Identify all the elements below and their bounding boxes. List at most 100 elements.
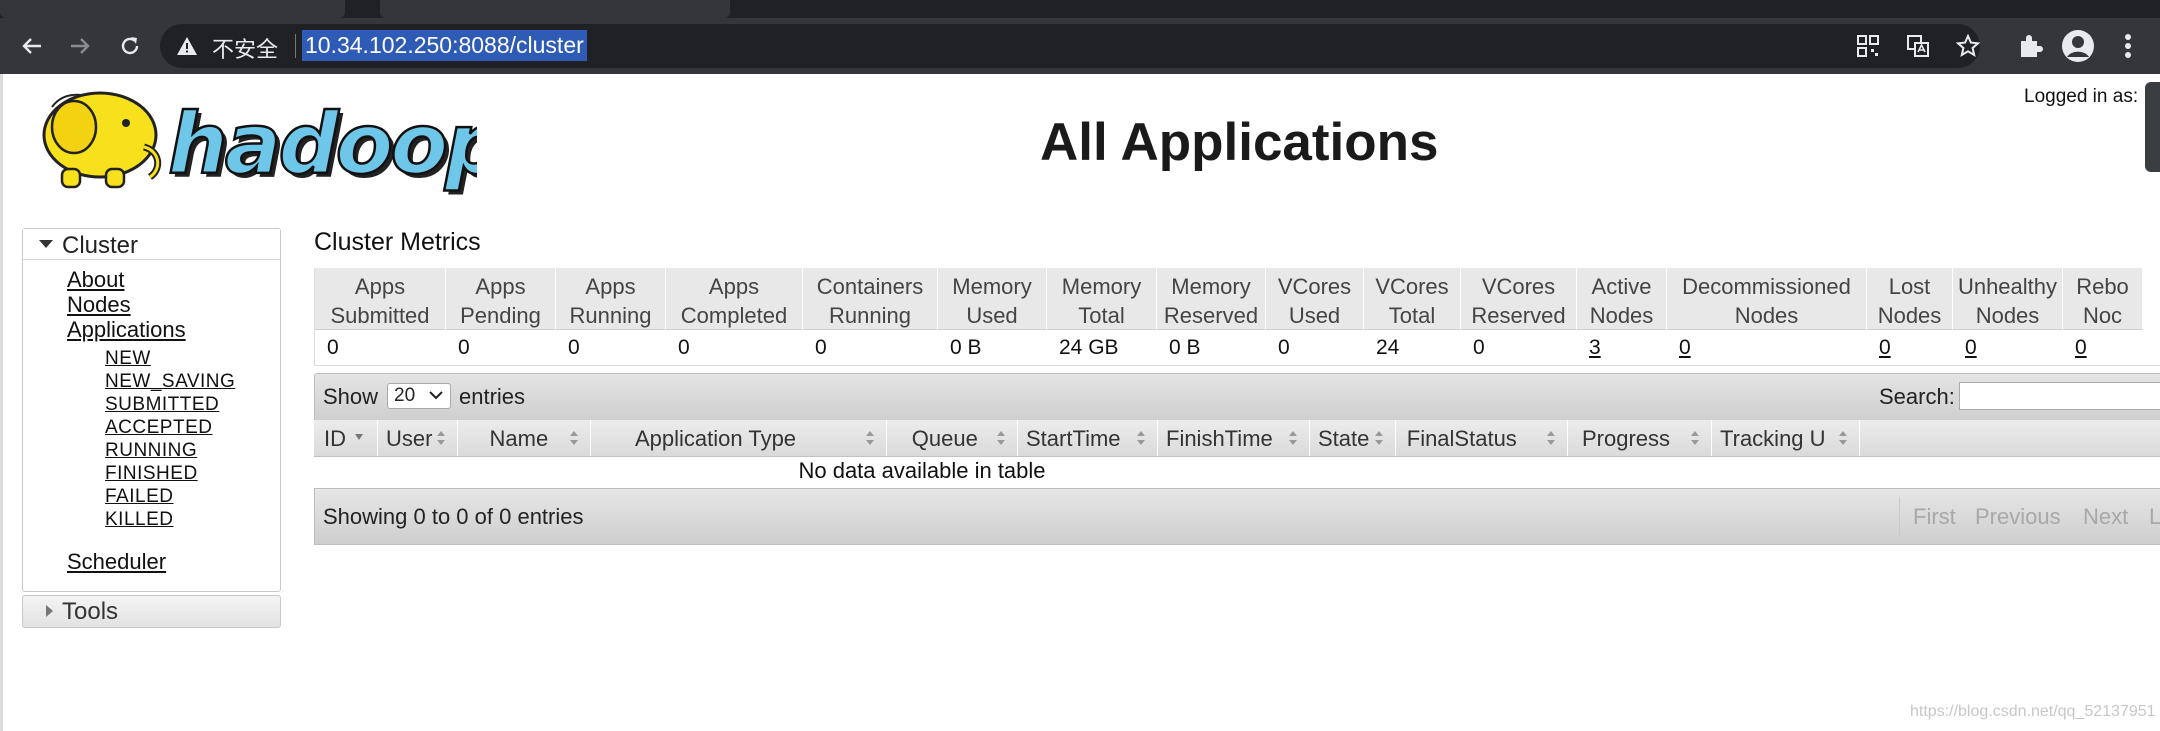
metric-header-line2: Noc [2082,303,2123,328]
metric-header-line1: VCores [1277,274,1352,299]
page-size-select[interactable]: 20 [387,383,451,409]
sidebar-state-running[interactable]: RUNNING [105,440,197,462]
metric-column: Decommissioned Nodes 0 [1667,268,1867,365]
metric-header-line2: Used [966,303,1018,328]
metric-header-line1: Apps [475,274,526,299]
sidebar-state-submitted[interactable]: SUBMITTED [105,394,219,416]
column-header-user[interactable]: User [378,420,458,456]
metric-header-line1: Containers [816,274,924,299]
profile-button[interactable] [2060,28,2096,64]
sort-icon [1839,431,1847,445]
metric-header: Apps Completed [666,268,803,330]
sidebar-link-applications[interactable]: Applications [67,317,186,343]
sidebar-link-nodes[interactable]: Nodes [67,292,131,318]
metric-header-line2: Used [1288,303,1341,328]
column-header-label: FinishTime [1166,426,1273,451]
column-header-label: FinalStatus [1406,426,1517,451]
cluster-accordion-header[interactable]: Cluster [23,229,280,260]
forward-button[interactable] [62,28,98,64]
metric-header: Memory Total [1047,268,1157,330]
column-header-name[interactable]: Name [458,420,591,456]
metric-header-line1: Unhealthy [1957,274,2058,299]
sort-icon [1289,431,1297,445]
apps-table-header: ID User Name Application Type Queue StartTime… [314,420,2160,457]
search-label: Search: [1879,384,1955,409]
column-header-label: Tracking U [1720,426,1826,451]
metric-value-link[interactable]: 0 [1965,336,1977,360]
back-button[interactable] [14,28,50,64]
browser-tab[interactable] [0,0,345,18]
url-text[interactable]: 10.34.102.250:8088/cluster [302,30,587,61]
metric-value-link[interactable]: 0 [1879,336,1891,360]
browser-menu-button[interactable] [2110,28,2146,64]
hadoop-logo[interactable]: hadoop hadoop [22,85,477,195]
metric-header: Memory Reserved [1157,268,1266,330]
column-header-progress[interactable]: Progress [1568,420,1712,456]
sidebar-state-new[interactable]: NEW [105,348,151,370]
column-header-application-type[interactable]: Application Type [591,420,887,456]
metric-value: 0 [678,336,690,359]
sidebar-state-killed[interactable]: KILLED [105,509,173,531]
metric-column: Lost Nodes 0 [1867,268,1953,365]
sort-icon [866,431,874,445]
column-header-finalstatus[interactable]: FinalStatus [1396,420,1568,456]
first-page-button[interactable]: First [1913,504,1956,530]
last-page-button[interactable]: L [2149,504,2160,530]
address-bar[interactable]: 不安全 10.34.102.250:8088/cluster [160,24,1980,68]
sidebar-link-about[interactable]: About [67,267,125,293]
metric-column: VCores Total 24 [1364,268,1461,365]
column-header-tracking-u[interactable]: Tracking U [1712,420,1860,456]
avatar-icon [2062,30,2094,62]
not-secure-label[interactable]: 不安全 [212,32,278,64]
metric-header-line2: Reserved [1163,303,1259,328]
translate-icon[interactable] [1906,34,1930,58]
metric-value-link[interactable]: 3 [1589,336,1601,360]
logo-wordmark-fill: hadoop [168,95,477,193]
sort-icon [1137,431,1145,445]
sidebar-state-new-saving[interactable]: NEW_SAVING [105,371,235,393]
column-header-queue[interactable]: Queue [887,420,1018,456]
sidebar-link-scheduler[interactable]: Scheduler [67,549,166,575]
metric-header-line1: Memory [1061,274,1142,299]
sidebar-state-failed[interactable]: FAILED [105,486,173,508]
metric-header-line2: Nodes [1975,303,2040,328]
metric-header-line1: VCores [1481,274,1556,299]
sidebar-state-accepted[interactable]: ACCEPTED [105,417,212,439]
metric-column: Apps Pending 0 [446,268,556,365]
metric-column: Memory Reserved 0 B [1157,268,1266,365]
metric-column: Unhealthy Nodes 0 [1953,268,2063,365]
previous-page-button[interactable]: Previous [1975,504,2061,530]
metric-header-line1: Apps [354,274,406,299]
tools-accordion-header[interactable]: Tools [22,595,281,628]
extensions-button[interactable] [2012,28,2048,64]
metric-column: Apps Running 0 [556,268,666,365]
column-header-finishtime[interactable]: FinishTime [1158,420,1310,456]
metric-header-line1: Apps [585,274,636,299]
qr-code-icon[interactable] [1856,34,1880,58]
column-header-starttime[interactable]: StartTime [1018,420,1158,456]
metric-value: 0 [1473,336,1485,359]
metric-header: Lost Nodes [1867,268,1953,330]
side-widget[interactable] [2145,82,2160,172]
warning-icon[interactable] [176,35,198,57]
search-input[interactable] [1959,382,2160,410]
next-page-button[interactable]: Next [2083,504,2128,530]
column-header-state[interactable]: State [1310,420,1396,456]
caret-right-icon [46,605,53,617]
page-size-value: 20 [394,385,416,406]
sidebar-state-finished[interactable]: FINISHED [105,463,198,485]
bookmark-star-icon[interactable] [1956,34,1980,58]
metric-column: Memory Used 0 B [938,268,1047,365]
metric-column: Containers Running 0 [803,268,938,365]
metric-column: VCores Reserved 0 [1461,268,1577,365]
empty-table-message: No data available in table [798,458,1046,483]
column-header-id[interactable]: ID [314,420,378,456]
logged-in-label: Logged in as: [2024,86,2139,107]
browser-tab-active[interactable] [380,0,730,18]
metric-column: Active Nodes 3 [1577,268,1667,365]
metric-value-link[interactable]: 0 [1679,336,1691,360]
column-header-label: Queue [911,426,978,451]
metric-value-link[interactable]: 0 [2075,336,2087,360]
metric-header-line2: Nodes [1877,303,1942,328]
reload-button[interactable] [112,28,148,64]
